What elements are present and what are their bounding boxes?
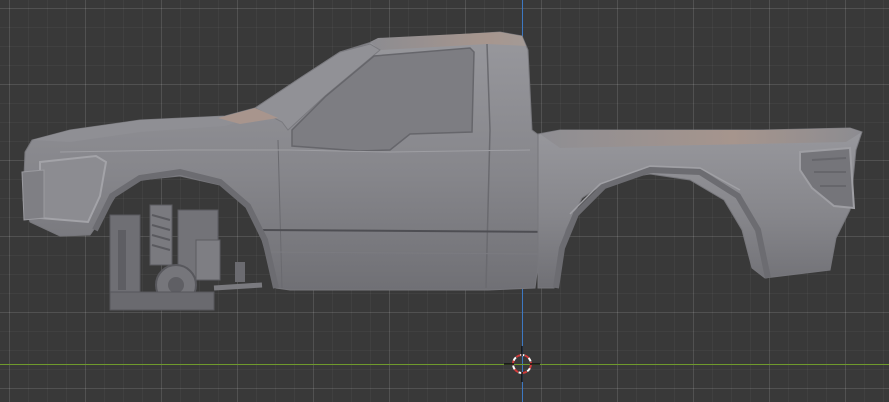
3d-cursor-icon[interactable] [503,345,541,383]
grille [21,169,45,221]
truck-model[interactable] [0,0,889,402]
front-suspension [109,204,263,311]
viewport-3d[interactable] [0,0,889,402]
